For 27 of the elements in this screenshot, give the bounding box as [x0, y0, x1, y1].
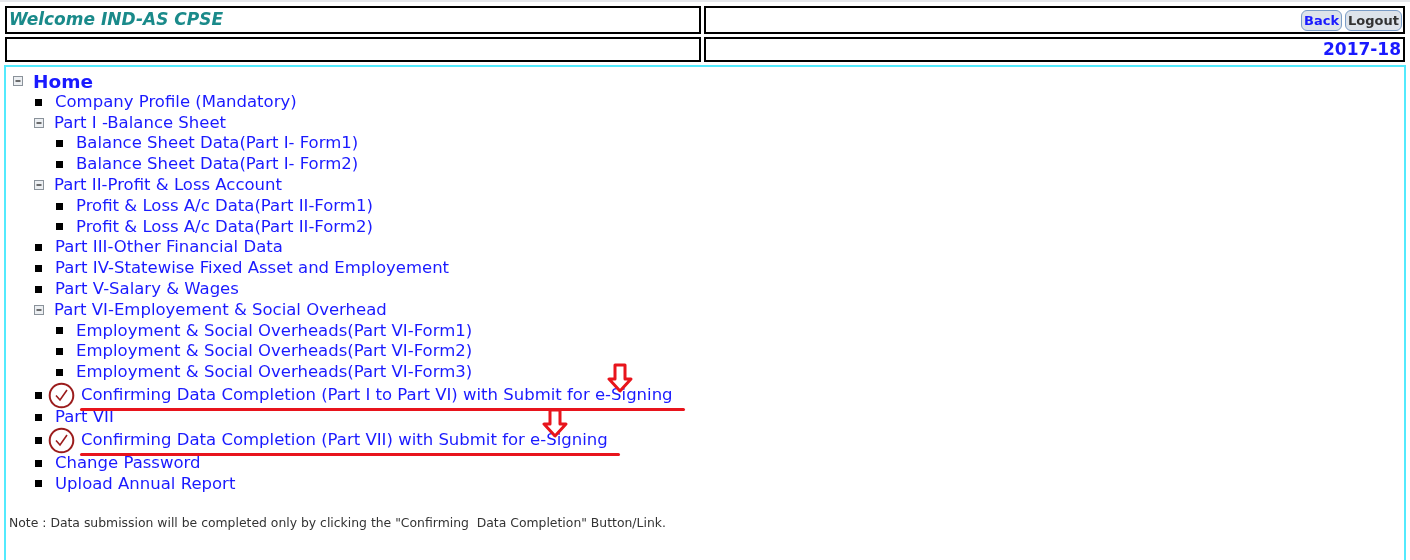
bullet-icon [56, 140, 63, 148]
logout-button[interactable]: Logout [1345, 9, 1402, 31]
menu-link[interactable]: Confirming Data Completion (Part VII) with Submit for e-Signing [81, 430, 608, 450]
collapse-icon[interactable] [34, 305, 44, 316]
collapse-icon[interactable] [34, 118, 44, 128]
bullet-icon [35, 480, 42, 488]
bullet-icon [35, 414, 42, 422]
note-text: Note : Data submission will be completed only by clicking the "Confirming Data Completion" Button/Link. [9, 514, 667, 533]
menu-link[interactable]: Confirming Data Completion (Part I to Part VI) with Submit for e-Signing [81, 384, 673, 404]
back-button[interactable]: Back [1301, 9, 1343, 31]
bullet-icon [35, 437, 42, 444]
bullet-icon [56, 161, 63, 169]
bullet-icon [56, 327, 63, 335]
welcome-title: Welcome IND-AS CPSE [9, 8, 224, 32]
bullet-icon [35, 98, 42, 106]
year-label: 2017-18 [1322, 37, 1401, 61]
collapse-icon[interactable] [34, 180, 44, 191]
bullet-icon [56, 348, 63, 356]
bullet-icon [56, 223, 63, 231]
bullet-icon [35, 265, 42, 273]
bullet-icon [56, 202, 63, 210]
bullet-icon [35, 244, 42, 252]
bullet-icon [35, 285, 42, 293]
collapse-icon[interactable] [13, 76, 23, 87]
bullet-icon [35, 459, 42, 467]
bullet-icon [35, 391, 42, 399]
bullet-icon [56, 369, 63, 377]
